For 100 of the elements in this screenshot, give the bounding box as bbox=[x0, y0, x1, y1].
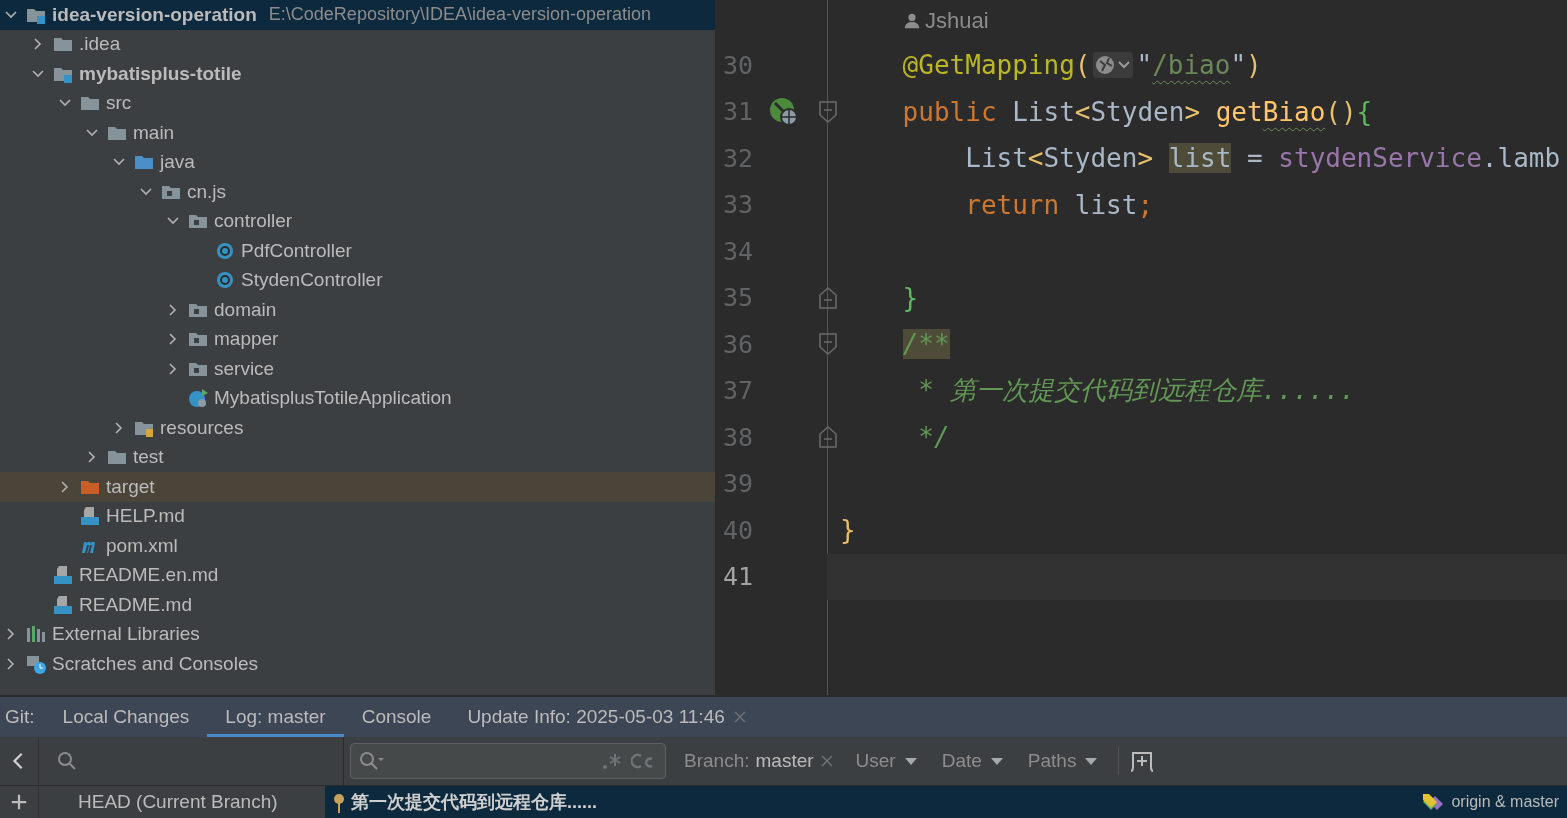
tab[interactable]: Update Info: 2025-05-03 11:46 bbox=[449, 697, 765, 737]
tree-item-label: .idea bbox=[79, 33, 121, 56]
branch-filter[interactable]: Branch: master bbox=[670, 750, 842, 772]
tree-row[interactable]: PdfController bbox=[0, 236, 715, 266]
tag-icon bbox=[1421, 792, 1446, 812]
tree-row[interactable]: pom.xml bbox=[0, 531, 715, 561]
code-text: return list; bbox=[964, 189, 1154, 220]
tree-item-label: service bbox=[214, 357, 275, 380]
code-text: } bbox=[901, 282, 919, 313]
tree-row[interactable]: .idea bbox=[0, 29, 715, 59]
tab[interactable]: Local Changes bbox=[44, 697, 208, 737]
line-number: 40 bbox=[722, 515, 755, 545]
tree-item-label: idea-version-operation bbox=[52, 3, 257, 26]
markdown-file-icon bbox=[53, 594, 73, 615]
tree-item-label: resources bbox=[160, 416, 244, 439]
tree-item-label: test bbox=[133, 446, 164, 469]
tree-row[interactable]: HELP.md bbox=[0, 501, 715, 531]
fold-marker-icon bbox=[818, 286, 837, 309]
line-number: 34 bbox=[722, 236, 755, 266]
line-number: 41 bbox=[722, 562, 755, 592]
caret-icon bbox=[903, 756, 918, 766]
tree-row[interactable]: idea-version-operation E:\CodeRepository\IDEA\idea-version-operation bbox=[0, 0, 715, 30]
line-number: 30 bbox=[722, 50, 755, 80]
search-icon bbox=[57, 751, 77, 771]
commit-message: 第一次提交代码到远程仓库...... bbox=[351, 791, 598, 814]
tree-row[interactable]: target bbox=[0, 472, 715, 502]
tree-item-label: java bbox=[160, 151, 195, 174]
line-number: 39 bbox=[722, 469, 755, 499]
tree-row[interactable]: README.en.md bbox=[0, 560, 715, 590]
scratches-icon bbox=[26, 653, 46, 674]
line-number: 33 bbox=[722, 190, 755, 220]
filter-dropdown[interactable]: Date bbox=[931, 750, 1014, 772]
tree-item-label: domain bbox=[214, 298, 277, 321]
tree-item-label: main bbox=[133, 121, 175, 144]
app-class-icon bbox=[188, 388, 208, 409]
line-number: 32 bbox=[722, 143, 755, 173]
tree-row[interactable]: java bbox=[0, 147, 715, 177]
tree-row[interactable]: controller bbox=[0, 206, 715, 236]
tree-row[interactable]: cn.js bbox=[0, 177, 715, 207]
tree-item-label: pom.xml bbox=[106, 534, 178, 557]
fold-marker-icon bbox=[818, 333, 837, 356]
tab[interactable]: Console bbox=[343, 697, 450, 737]
tree-item-label: target bbox=[106, 475, 155, 498]
url-inlay-icon[interactable] bbox=[1093, 52, 1134, 79]
line-number: 35 bbox=[722, 283, 755, 313]
markdown-file-icon bbox=[53, 565, 73, 586]
run-web-icon bbox=[769, 96, 799, 127]
class-icon bbox=[215, 240, 235, 261]
person-icon bbox=[903, 12, 921, 30]
caret-icon bbox=[1084, 756, 1099, 766]
tree-item-label: src bbox=[106, 92, 132, 115]
tree-item-label: HELP.md bbox=[106, 505, 185, 528]
fold-marker-icon bbox=[818, 100, 837, 123]
code-text: * 第一次提交代码到远程仓库...... bbox=[917, 374, 1356, 408]
tree-item-label: controller bbox=[214, 210, 293, 233]
tree-row[interactable]: resources bbox=[0, 413, 715, 443]
tree-item-label: PdfController bbox=[241, 239, 352, 262]
tree-item-label: StydenController bbox=[241, 269, 383, 292]
code-text: public List<Styden> getBiao(){ bbox=[901, 96, 1373, 127]
tree-item-label: mybatisplus-totile bbox=[79, 62, 242, 85]
tree-item-label: MybatisplusTotileApplication bbox=[214, 387, 452, 410]
commit-refs: origin & master bbox=[1451, 793, 1559, 811]
tree-row[interactable]: README.md bbox=[0, 590, 715, 620]
commit-dot-icon bbox=[333, 791, 345, 813]
tree-row[interactable]: mybatisplus-totile bbox=[0, 59, 715, 89]
filter-dropdown[interactable]: Paths bbox=[1017, 750, 1109, 772]
commit-row[interactable]: 第一次提交代码到远程仓库...... origin & master bbox=[325, 786, 1567, 818]
tree-item-label: README.md bbox=[79, 593, 192, 616]
fold-marker-icon bbox=[818, 426, 837, 449]
tree-row[interactable]: mapper bbox=[0, 324, 715, 354]
tree-row[interactable]: Scratches and Consoles bbox=[0, 649, 715, 679]
search-field[interactable] bbox=[350, 743, 666, 779]
code-text: "/biao") bbox=[1136, 50, 1262, 81]
new-tab-icon bbox=[1129, 749, 1156, 773]
line-number: 36 bbox=[722, 329, 755, 359]
tree-row[interactable]: test bbox=[0, 442, 715, 472]
tree-row[interactable]: MybatisplusTotileApplication bbox=[0, 383, 715, 413]
tree-row[interactable]: StydenController bbox=[0, 265, 715, 295]
markdown-file-icon bbox=[80, 506, 100, 527]
author-hint[interactable]: Jshuai bbox=[925, 8, 989, 34]
tree-row[interactable]: main bbox=[0, 118, 715, 148]
class-icon bbox=[215, 270, 235, 291]
tool-window-label: Git: bbox=[5, 706, 35, 728]
tree-row[interactable]: External Libraries bbox=[0, 619, 715, 649]
tree-item-label: External Libraries bbox=[52, 623, 200, 646]
tree-row[interactable]: domain bbox=[0, 295, 715, 325]
close-icon bbox=[819, 754, 834, 768]
code-text: /** bbox=[901, 329, 950, 360]
line-number: 38 bbox=[722, 422, 755, 452]
code-text: */ bbox=[917, 422, 950, 453]
filter-dropdown[interactable]: User bbox=[845, 750, 928, 772]
code-text: @GetMapping( bbox=[901, 50, 1091, 81]
line-number: 31 bbox=[722, 97, 755, 127]
line-number: 37 bbox=[722, 376, 755, 406]
project-path: E:\CodeRepository\IDEA\idea-version-operation bbox=[268, 4, 652, 26]
search-icon bbox=[359, 751, 385, 771]
tree-item-label: Scratches and Consoles bbox=[52, 652, 258, 675]
tree-row[interactable]: service bbox=[0, 354, 715, 384]
tree-row[interactable]: src bbox=[0, 88, 715, 118]
code-text: List<Styden> list = stydenService.lamb bbox=[964, 143, 1561, 174]
